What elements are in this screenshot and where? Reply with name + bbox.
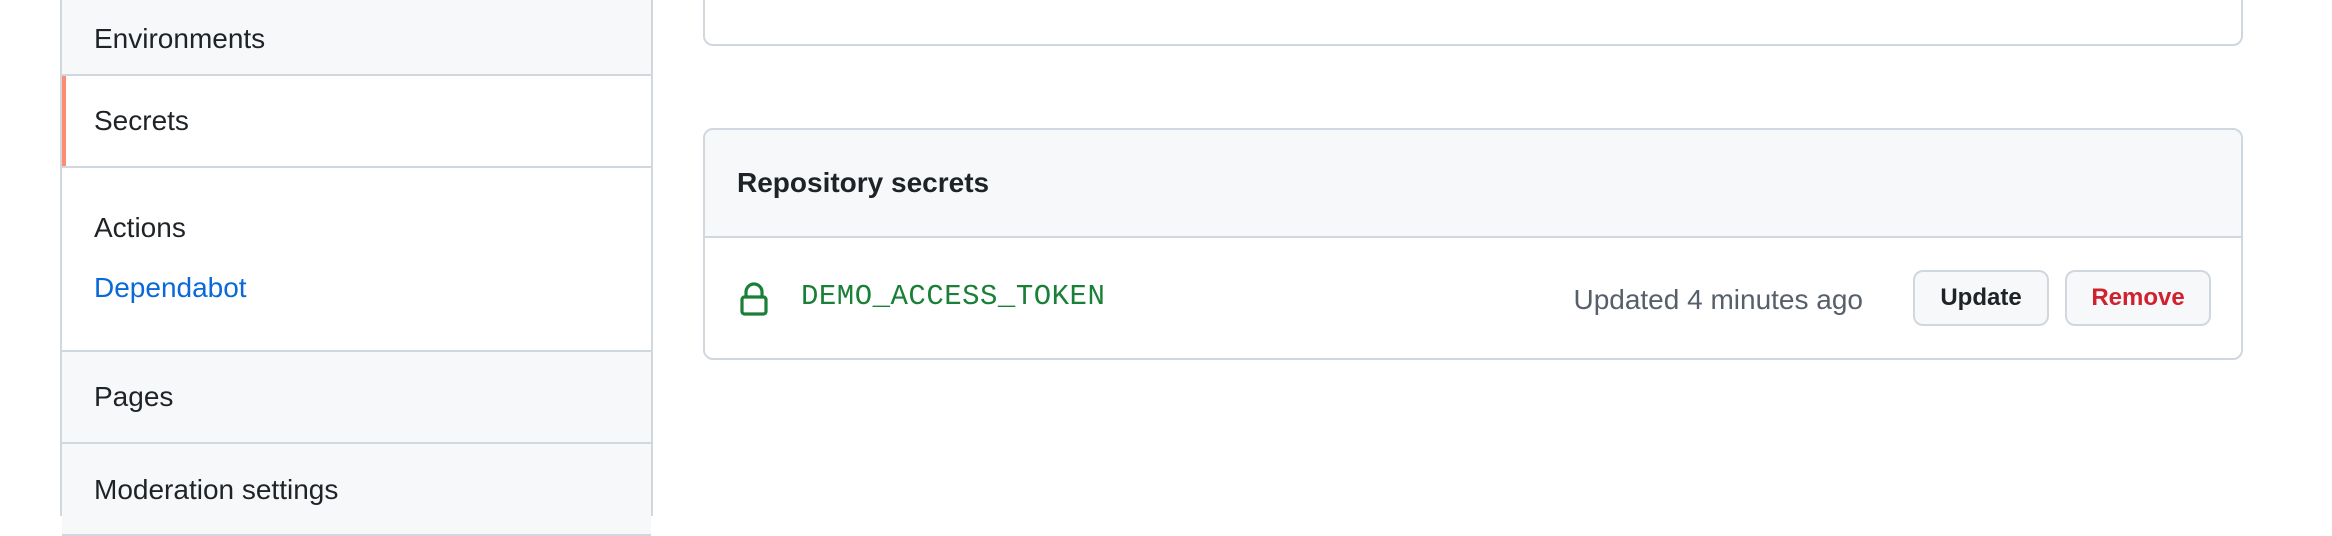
sidebar-item-environments[interactable]: Environments: [62, 0, 651, 76]
remove-secret-button[interactable]: Remove: [2065, 270, 2211, 326]
secret-row: DEMO_ACCESS_TOKEN Updated 4 minutes ago …: [705, 238, 2241, 358]
lock-icon: [740, 282, 768, 316]
sidebar-item-dependabot[interactable]: Dependabot: [94, 272, 247, 304]
sidebar-item-secrets[interactable]: Secrets: [62, 76, 651, 168]
sidebar-item-label: Moderation settings: [94, 474, 339, 505]
sidebar-item-label: Pages: [94, 381, 174, 412]
secret-name: DEMO_ACCESS_TOKEN: [801, 280, 1106, 313]
settings-sidebar: Environments Secrets Actions Dependabot …: [60, 0, 653, 536]
sidebar-item-moderation-settings[interactable]: Moderation settings: [62, 444, 651, 536]
sidebar-item-label: Environments: [94, 23, 266, 54]
sidebar-subgroup-secrets: Actions Dependabot: [62, 168, 651, 352]
update-secret-button[interactable]: Update: [1913, 270, 2049, 326]
active-indicator: [62, 76, 66, 166]
section-title: Repository secrets: [705, 130, 2241, 238]
sidebar-item-pages[interactable]: Pages: [62, 352, 651, 444]
previous-section-card: [703, 0, 2243, 46]
secret-updated-time: Updated 4 minutes ago: [1573, 284, 1863, 315]
repository-secrets-box: Repository secrets DEMO_ACCESS_TOKEN Upd…: [703, 128, 2243, 360]
sidebar-item-actions[interactable]: Actions: [94, 212, 186, 244]
sidebar-item-label: Secrets: [94, 105, 189, 136]
